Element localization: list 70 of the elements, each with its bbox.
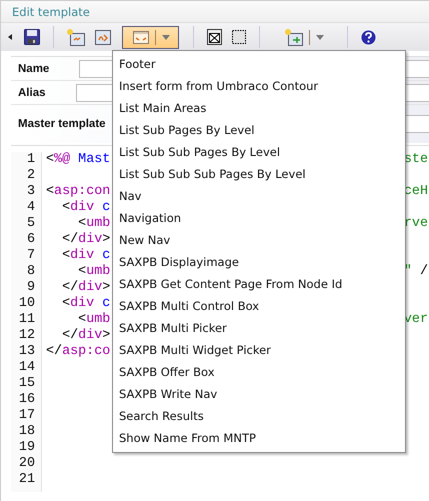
code-text: </div>	[62, 328, 110, 344]
menu-item[interactable]: Search Results	[113, 405, 405, 427]
save-icon[interactable]	[24, 29, 40, 45]
line-number: 16	[18, 392, 36, 408]
line-number: 1	[26, 152, 36, 168]
dotted-area-icon[interactable]	[232, 30, 246, 44]
panel-title: Edit template	[12, 4, 90, 18]
caret-icon	[162, 34, 170, 40]
code-text: <umb	[77, 216, 110, 232]
caret-icon	[316, 34, 324, 40]
line-number: 10	[18, 296, 36, 312]
insert-macro-button[interactable]	[122, 26, 179, 48]
line-number: 6	[26, 232, 36, 248]
line-number: 8	[26, 264, 36, 280]
code-text: " /	[404, 264, 428, 280]
menu-item[interactable]: Footer	[113, 53, 405, 75]
line-number: 4	[26, 200, 36, 216]
menu-item[interactable]: SAXPB Displayimage	[113, 251, 405, 273]
code-text: ste	[404, 152, 428, 168]
code-text: <umb	[77, 312, 110, 328]
code-text: <div c	[61, 296, 110, 312]
field-label: Master template	[18, 118, 106, 130]
menu-item[interactable]: New Nav	[113, 229, 405, 251]
menu-item[interactable]: SAXPB Multi Control Box	[113, 295, 405, 317]
collapse-arrow-icon[interactable]	[8, 34, 12, 40]
line-number: 3	[26, 184, 36, 200]
help-icon[interactable]	[361, 30, 376, 44]
menu-item[interactable]: SAXPB Get Content Page From Node Id	[113, 273, 405, 295]
field-label: Alias	[18, 86, 46, 98]
menu-item[interactable]: List Sub Sub Pages By Level	[113, 141, 405, 163]
menu-item[interactable]: Insert form from Umbraco Contour	[113, 75, 405, 97]
line-number: 11	[18, 312, 36, 328]
insert-field-icon[interactable]	[67, 28, 85, 46]
menu-item[interactable]: SAXPB Multi Picker	[113, 317, 405, 339]
code-text: <div c	[61, 200, 110, 216]
code-text: <asp:con	[46, 184, 110, 200]
menu-item[interactable]: List Main Areas	[113, 97, 405, 119]
menu-item[interactable]: SAXPB Write Nav	[113, 383, 405, 405]
menu-item[interactable]: List Sub Pages By Level	[113, 119, 405, 141]
code-text: </asp:co	[46, 344, 110, 360]
code-text: <%@ Mast	[46, 152, 110, 168]
code-text: </div>	[61, 232, 110, 248]
code-text: rve	[404, 216, 428, 232]
line-number: 7	[26, 248, 36, 264]
macro-icon	[133, 30, 149, 44]
menu-item[interactable]: Navigation	[113, 207, 405, 229]
line-number: 15	[18, 376, 36, 392]
line-number: 13	[18, 344, 36, 360]
menu-item[interactable]: SAXPB Multi Widget Picker	[113, 339, 405, 361]
menu-item[interactable]: Nav	[113, 185, 405, 207]
line-number: 18	[18, 424, 36, 440]
insert-icon	[285, 28, 303, 46]
line-number: 14	[18, 360, 36, 376]
line-number: 17	[18, 408, 36, 424]
field-label: Name	[18, 62, 50, 74]
line-number: 21	[18, 472, 36, 488]
menu-item[interactable]: SAXPB Offer Box	[113, 361, 405, 383]
insert-xslt-icon[interactable]	[95, 30, 111, 44]
menu-item[interactable]: List Sub Sub Sub Pages By Level	[113, 163, 405, 185]
line-number: 20	[18, 456, 36, 472]
code-text: </div>	[61, 280, 110, 296]
line-number: 5	[26, 216, 36, 232]
placeholder-icon[interactable]	[207, 29, 222, 45]
menu-item[interactable]: Show Name From MNTP	[113, 427, 405, 449]
line-number: 2	[26, 168, 36, 184]
code-text: <umb	[77, 264, 110, 280]
code-text: <div c	[61, 248, 110, 264]
line-number: 19	[18, 440, 36, 456]
line-number: 12	[18, 328, 36, 344]
line-number: 9	[26, 280, 36, 296]
